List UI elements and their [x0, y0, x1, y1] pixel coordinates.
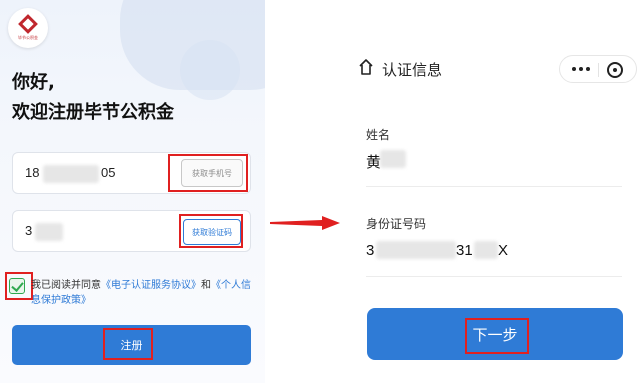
background-decoration-small — [180, 40, 240, 100]
more-dots-icon[interactable] — [572, 67, 590, 73]
service-agreement-link[interactable]: 《电子认证服务协议》 — [101, 280, 201, 291]
divider-id — [366, 276, 622, 277]
highlight-box-phone-button — [168, 154, 248, 192]
id-number-prefix: 3 — [366, 242, 375, 259]
agreement-prefix: 我已阅读并同意 — [31, 280, 101, 291]
phone-suffix: 05 — [101, 165, 116, 180]
home-icon[interactable] — [358, 58, 374, 76]
arrow-right-icon — [270, 216, 340, 230]
highlight-box-code-button — [179, 214, 243, 248]
phone-prefix: 18 — [25, 165, 40, 180]
app-logo: 毕节公积金 — [8, 8, 48, 48]
agreement-text: 我已阅读并同意《电子认证服务协议》和《个人信息保护政策》 — [31, 278, 251, 308]
highlight-box-register-button — [103, 328, 153, 360]
id-number-mid: 31 — [456, 242, 473, 259]
verification-screen: 认证信息 姓名 黄 身份证号码 3 31 X 下一步 — [350, 0, 641, 383]
page-title: 认证信息 — [382, 61, 443, 79]
capsule-divider — [598, 63, 599, 77]
id-number-label: 身份证号码 — [366, 217, 427, 231]
name-redacted — [380, 150, 406, 168]
registration-screen: 毕节公积金 你好, 欢迎注册毕节公积金 18 05 获取手机号 3 获取验证码 … — [0, 0, 265, 383]
id-number-redacted-1 — [376, 241, 456, 259]
agreement-conjunction: 和 — [201, 280, 211, 291]
greeting: 你好, 欢迎注册毕节公积金 — [12, 68, 174, 128]
logo-text: 毕节公积金 — [18, 35, 38, 40]
greeting-line-1: 你好, — [12, 72, 55, 93]
greeting-line-2: 欢迎注册毕节公积金 — [12, 102, 174, 123]
close-target-icon[interactable] — [607, 62, 623, 78]
id-number-redacted-2 — [474, 241, 498, 259]
code-prefix: 3 — [25, 223, 33, 238]
highlight-box-next-button — [465, 318, 529, 354]
highlight-box-checkbox — [5, 272, 33, 300]
miniprogram-capsule — [559, 55, 637, 83]
name-value: 黄 — [366, 154, 382, 171]
logo-mark-icon — [18, 14, 38, 34]
phone-redacted — [43, 165, 99, 183]
name-label: 姓名 — [366, 128, 391, 142]
id-number-suffix: X — [498, 242, 509, 259]
code-redacted — [35, 223, 63, 241]
divider-name — [366, 186, 622, 187]
